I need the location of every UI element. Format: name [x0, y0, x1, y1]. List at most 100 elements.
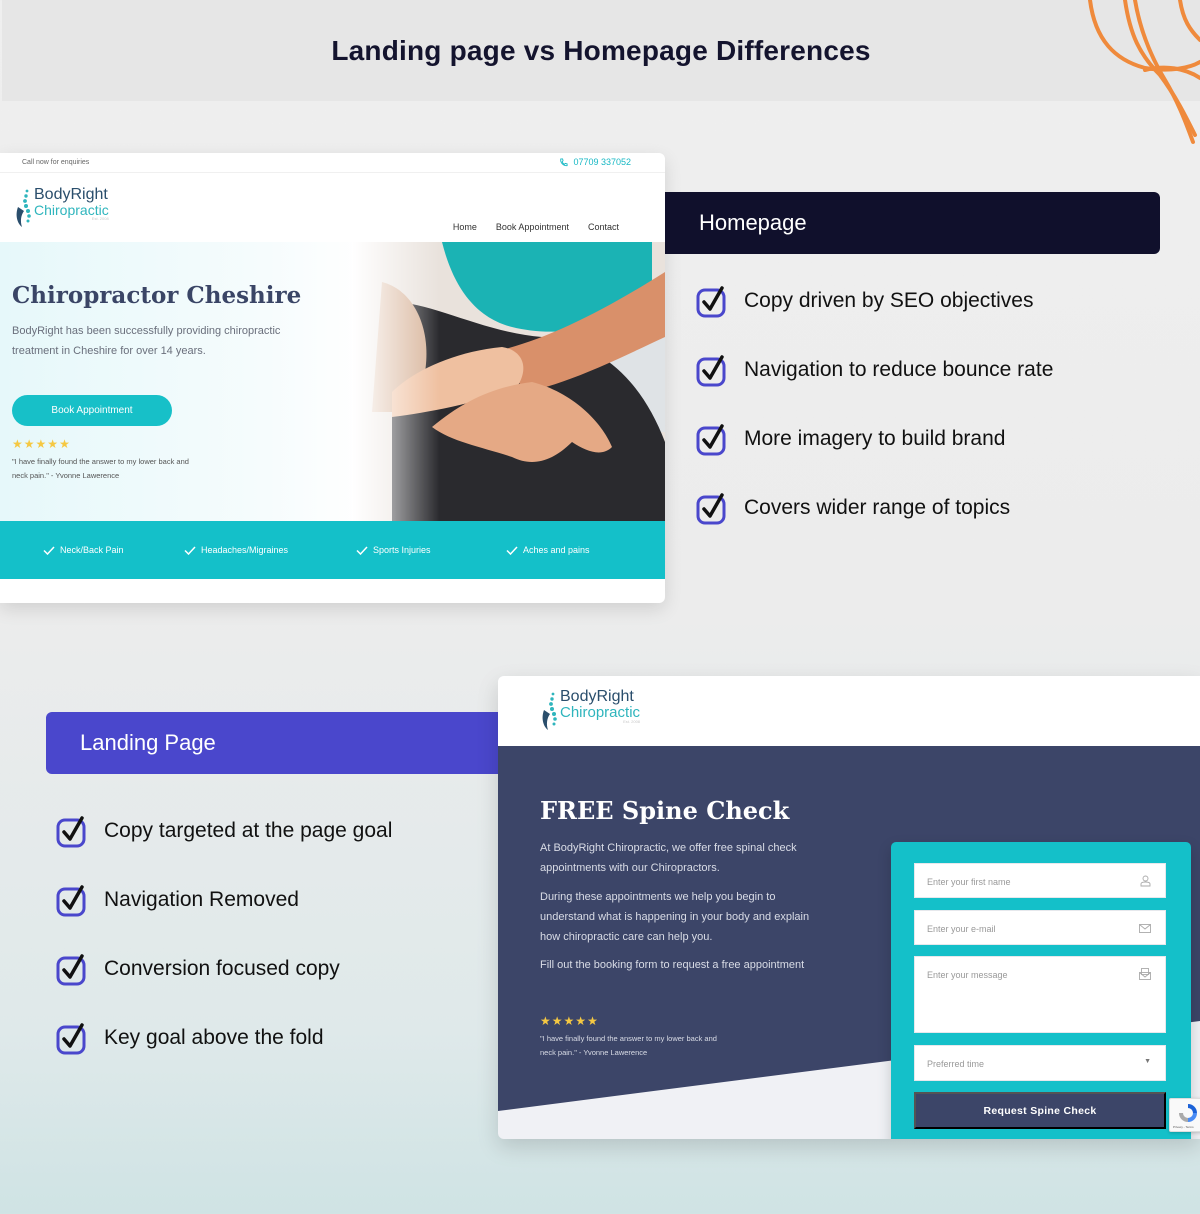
email-placeholder: Enter your e-mail — [927, 924, 996, 934]
homepage-mockup: Call now for enquiries 07709 337052 Body… — [0, 153, 665, 603]
message-envelope-icon — [1139, 968, 1151, 980]
enquiries-text: Call now for enquiries — [22, 159, 90, 166]
checkbox-checked-icon — [696, 354, 726, 386]
homepage-label-bar: Homepage — [665, 192, 1160, 254]
brand-logo[interactable]: BodyRight Chiropractic Est. 2008 — [14, 187, 109, 229]
star-icon: ★ — [12, 437, 23, 451]
list-item-label: Covers wider range of topics — [744, 495, 1011, 519]
list-item: Copy targeted at the page goal — [55, 796, 392, 865]
phone-link[interactable]: 07709 337052 — [559, 157, 631, 167]
service-item: Headaches/Migraines — [184, 545, 288, 555]
book-appointment-button[interactable]: Book Appointment — [12, 395, 172, 426]
list-item-label: Key goal above the fold — [104, 1025, 324, 1049]
checkbox-checked-icon — [56, 953, 86, 985]
brand-logo[interactable]: BodyRight Chiropractic Est. 2008 — [540, 689, 640, 733]
landing-paragraph: At BodyRight Chiropractic, we offer free… — [540, 842, 797, 874]
brand-name: BodyRight — [34, 186, 108, 203]
user-icon — [1140, 875, 1151, 887]
checkbox-checked-icon — [696, 285, 726, 317]
list-item: Navigation Removed — [55, 865, 392, 934]
checkmark-icon — [184, 545, 196, 555]
checkmark-icon — [506, 545, 518, 555]
star-rating: ★ ★ ★ ★ ★ — [12, 437, 70, 451]
recaptcha-links[interactable]: Privacy - Terms — [1173, 1125, 1194, 1129]
list-item-label: Copy driven by SEO objectives — [744, 288, 1034, 312]
landing-header: BodyRight Chiropractic Est. 2008 — [498, 676, 1200, 746]
phone-icon — [560, 157, 568, 166]
orange-scribble-decoration — [1088, 0, 1200, 144]
recaptcha-icon — [1179, 1104, 1197, 1122]
preferred-time-placeholder: Preferred time — [927, 1059, 985, 1069]
checkbox-checked-icon — [696, 492, 726, 524]
list-item-label: Copy targeted at the page goal — [104, 818, 393, 842]
star-icon: ★ — [23, 437, 35, 451]
landing-page-label: Landing Page — [80, 730, 216, 755]
star-icon: ★ — [35, 437, 47, 451]
testimonial-quote: "I have finally found the answer to my l… — [540, 1034, 717, 1057]
brand-name: BodyRight — [560, 688, 634, 705]
site-header: BodyRight Chiropractic Est. 2008 Home Bo… — [0, 173, 665, 241]
star-icon: ★ — [59, 437, 70, 451]
service-item: Sports Injuries — [356, 545, 431, 555]
landing-page-feature-list: Copy targeted at the page goal Navigatio… — [55, 796, 392, 1072]
list-item: More imagery to build brand — [695, 404, 1053, 473]
service-item: Aches and pains — [506, 545, 590, 555]
hero-paragraph: BodyRight has been successfully providin… — [12, 325, 281, 357]
first-name-placeholder: Enter your first name — [927, 877, 1011, 887]
hero-heading: Chiropractor Cheshire — [12, 282, 302, 309]
checkbox-checked-icon — [56, 815, 86, 847]
message-textarea[interactable]: Enter your message — [914, 956, 1166, 1033]
checkmark-icon — [43, 545, 55, 555]
title-band: Landing page vs Homepage Differences — [2, 0, 1200, 101]
chiropractor-hands-photo — [352, 242, 665, 522]
list-item-label: Conversion focused copy — [104, 956, 340, 980]
landing-heading: FREE Spine Check — [540, 796, 790, 825]
checkbox-checked-icon — [56, 884, 86, 916]
checkmark-icon — [356, 545, 368, 555]
services-strip: Neck/Back Pain Headaches/Migraines Sport… — [0, 521, 665, 579]
message-placeholder: Enter your message — [927, 970, 1008, 980]
service-label: Sports Injuries — [373, 545, 431, 555]
nav-book-appointment[interactable]: Book Appointment — [496, 222, 569, 232]
brand-subname: Chiropractic — [34, 202, 109, 218]
service-label: Aches and pains — [523, 545, 590, 555]
brand-est: Est. 2008 — [623, 719, 641, 724]
star-icon: ★ — [563, 1014, 575, 1028]
service-item: Neck/Back Pain — [43, 545, 124, 555]
phone-number: 07709 337052 — [573, 157, 631, 167]
checkbox-checked-icon — [696, 423, 726, 455]
landing-page-mockup: BodyRight Chiropractic Est. 2008 FREE Sp… — [498, 676, 1200, 1139]
preferred-time-select[interactable]: Preferred time ▼ — [914, 1045, 1166, 1081]
list-item: Copy driven by SEO objectives — [695, 266, 1053, 335]
star-icon: ★ — [587, 1014, 598, 1028]
list-item-label: More imagery to build brand — [744, 426, 1006, 450]
checkbox-checked-icon — [56, 1022, 86, 1054]
landing-page-label-bar: Landing Page — [46, 712, 506, 774]
brand-est: Est. 2008 — [91, 216, 109, 221]
landing-paragraph: Fill out the booking form to request a f… — [540, 959, 805, 971]
page-title: Landing page vs Homepage Differences — [331, 34, 871, 66]
booking-form: Enter your first name Enter your e-mail … — [891, 842, 1191, 1139]
star-rating: ★ ★ ★ ★ ★ — [540, 1014, 598, 1028]
list-item-label: Navigation Removed — [104, 887, 299, 911]
email-input[interactable]: Enter your e-mail — [914, 910, 1166, 945]
star-icon: ★ — [47, 437, 59, 451]
request-spine-check-button[interactable]: Request Spine Check — [914, 1092, 1166, 1129]
nav-home[interactable]: Home — [453, 222, 477, 232]
star-icon: ★ — [551, 1014, 563, 1028]
spine-hand-logo-icon — [542, 692, 557, 730]
homepage-label: Homepage — [699, 210, 807, 235]
topbar: Call now for enquiries 07709 337052 — [0, 153, 665, 173]
star-icon: ★ — [575, 1014, 587, 1028]
first-name-input[interactable]: Enter your first name — [914, 863, 1166, 898]
list-item-label: Navigation to reduce bounce rate — [744, 357, 1054, 381]
spine-hand-logo-icon — [16, 189, 31, 227]
list-item: Covers wider range of topics — [695, 473, 1053, 542]
recaptcha-badge[interactable]: Privacy - Terms — [1169, 1098, 1200, 1132]
nav-contact[interactable]: Contact — [588, 222, 619, 232]
hero-section: Chiropractor Cheshire BodyRight has been… — [0, 242, 665, 522]
landing-hero: FREE Spine Check At BodyRight Chiropract… — [498, 746, 1200, 1139]
list-item: Conversion focused copy — [55, 934, 392, 1003]
main-nav: Home Book Appointment Contact — [453, 222, 619, 232]
list-item: Key goal above the fold — [55, 1003, 392, 1072]
